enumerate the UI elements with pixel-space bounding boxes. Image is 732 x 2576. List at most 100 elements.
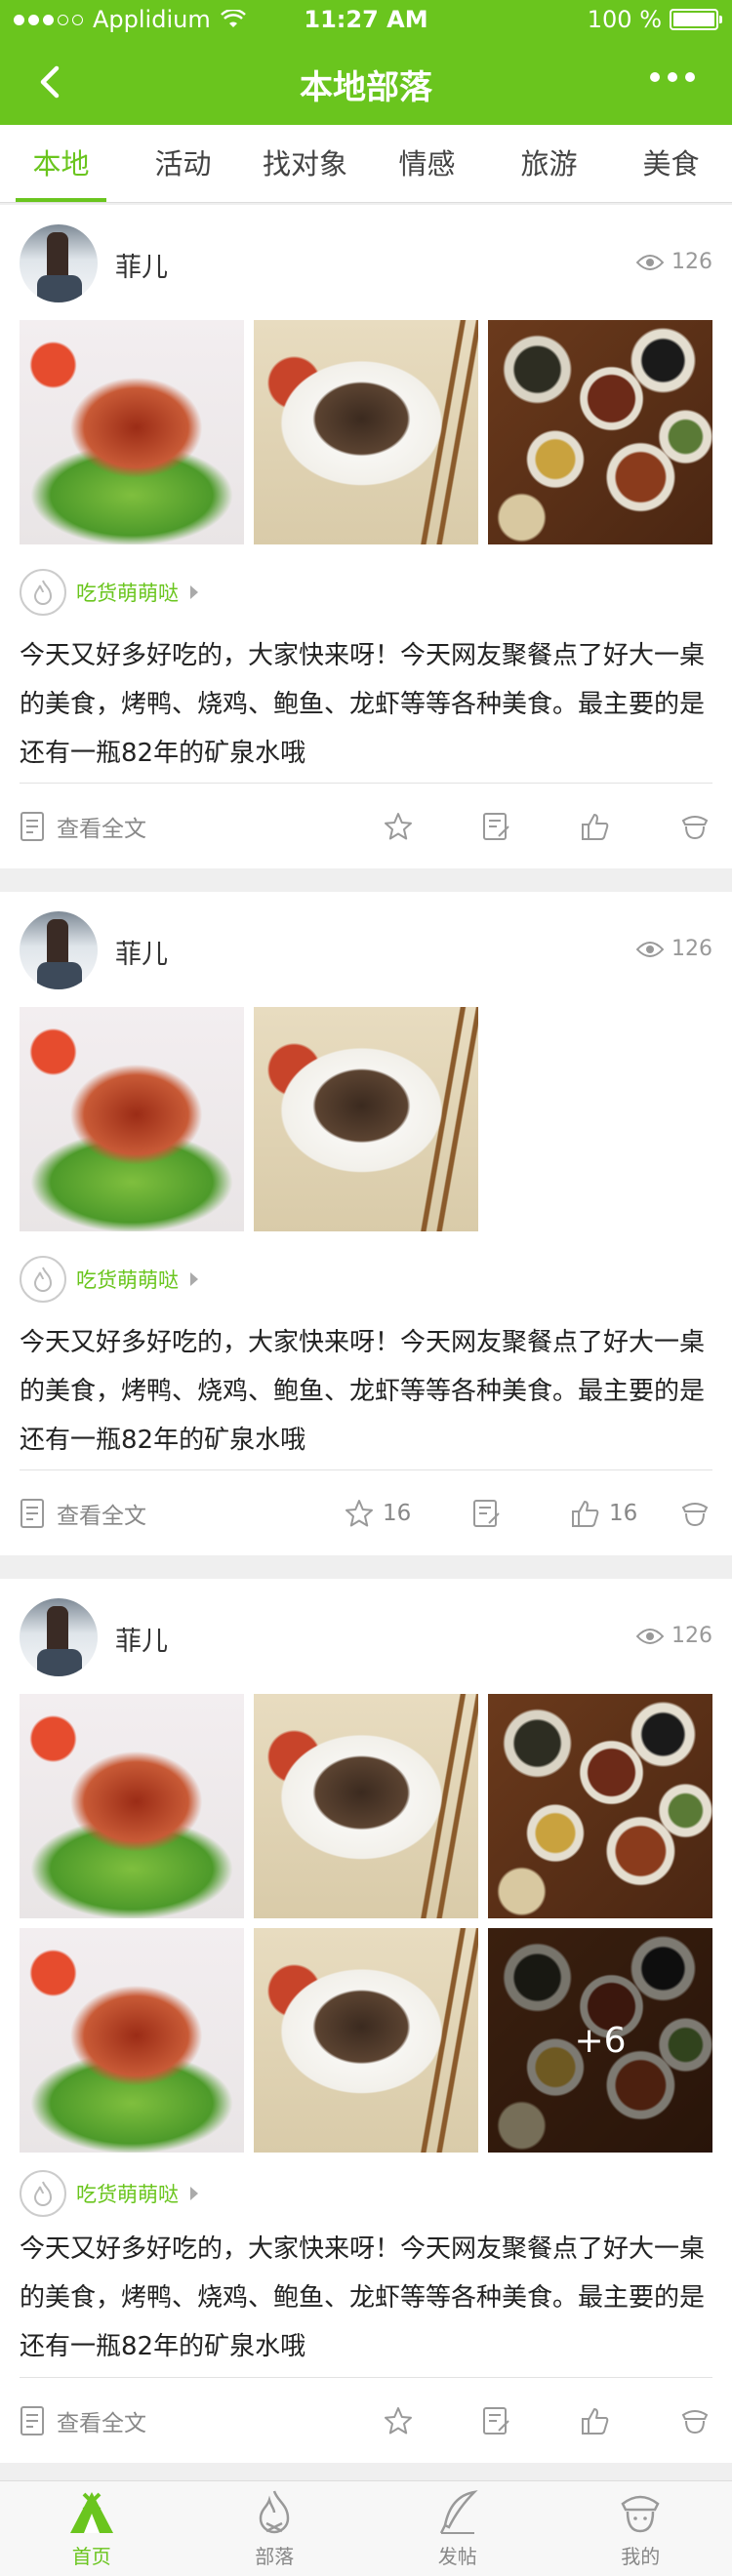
thumb-up-icon	[582, 2408, 609, 2435]
username[interactable]: 菲儿	[115, 246, 168, 284]
read-more-button[interactable]: 查看全文	[20, 785, 146, 868]
comment-button[interactable]	[481, 2379, 512, 2463]
officer-icon	[681, 816, 709, 840]
tribe-tag[interactable]: 吃货萌萌哒	[20, 569, 198, 616]
like-button[interactable]	[580, 2379, 611, 2463]
edit-note-icon	[483, 2407, 509, 2435]
like-button[interactable]	[580, 785, 611, 868]
like-count: 16	[609, 1501, 638, 1526]
divider	[20, 783, 712, 784]
eye-icon	[636, 941, 664, 957]
post-photo[interactable]	[488, 1694, 712, 1918]
tribe-tag-label: 吃货萌萌哒	[76, 2183, 179, 2206]
username[interactable]: 菲儿	[115, 933, 168, 971]
read-more-label: 查看全文	[57, 2411, 146, 2436]
tabbar-home-label: 首页	[71, 2545, 111, 2568]
top-bar: Applidium 11:27 AM 100 % 本地部落	[0, 0, 732, 125]
fire-icon	[259, 2490, 290, 2534]
favorite-button[interactable]	[383, 785, 414, 868]
tribe-badge-button[interactable]	[679, 1471, 711, 1555]
tribe-badge-button[interactable]	[679, 785, 711, 868]
chevron-right-icon	[190, 1272, 198, 1286]
edit-note-icon	[473, 1500, 500, 1527]
post-photo[interactable]	[254, 1928, 478, 2153]
read-more-button[interactable]: 查看全文	[20, 2379, 146, 2463]
post-content: 今天又好多好吃的，大家快来呀！今天网友聚餐点了好大一桌的美食，烤鸭、烧鸡、鲍鱼、…	[20, 1328, 706, 1455]
post-photo[interactable]	[20, 320, 244, 544]
view-count-value: 126	[671, 250, 712, 274]
document-icon	[20, 812, 44, 841]
read-more-label: 查看全文	[57, 817, 146, 842]
edit-note-icon	[483, 813, 509, 840]
tribe-badge-button[interactable]	[679, 2379, 711, 2463]
document-icon	[20, 1499, 44, 1528]
thumb-up-icon	[582, 814, 609, 840]
favorite-button[interactable]	[383, 2379, 414, 2463]
tab-dating[interactable]: 找对象	[244, 125, 366, 202]
like-button[interactable]: 16	[570, 1471, 637, 1555]
view-count: 126	[636, 1624, 712, 1648]
fire-icon	[20, 2170, 66, 2217]
chevron-right-icon	[190, 585, 198, 599]
username[interactable]: 菲儿	[115, 1620, 168, 1658]
officer-icon	[681, 2410, 709, 2435]
tabbar-post[interactable]: 发帖	[366, 2481, 549, 2576]
avatar[interactable]	[20, 911, 98, 989]
nav-bar: 本地部落	[0, 39, 732, 125]
post-card[interactable]: 菲儿 126 吃货萌萌哒 今天又好多好吃的，大家快来呀！今天网友聚餐点了好大一桌…	[0, 892, 732, 1555]
post-photo[interactable]	[254, 320, 478, 544]
post-photo[interactable]	[20, 1007, 244, 1231]
more-photos-count: +6	[488, 1928, 712, 2153]
favorite-count: 16	[383, 1501, 412, 1526]
tab-local[interactable]: 本地	[0, 125, 122, 202]
post-photo[interactable]	[254, 1694, 478, 1918]
battery-icon	[670, 9, 722, 30]
comment-button[interactable]	[481, 785, 512, 868]
read-more-button[interactable]: 查看全文	[20, 1471, 146, 1555]
post-card[interactable]: 菲儿 126 吃货萌萌哒 今天又好多好吃的，大家快来呀！今天网友聚餐点了好大一桌…	[0, 205, 732, 868]
view-count-value: 126	[671, 937, 712, 961]
fire-icon	[20, 1256, 66, 1303]
tribe-tag[interactable]: 吃货萌萌哒	[20, 1256, 198, 1303]
avatar[interactable]	[20, 224, 98, 302]
tabbar-home[interactable]: 首页	[0, 2481, 183, 2576]
comment-button[interactable]	[471, 1471, 503, 1555]
bottom-tab-bar: 首页 部落 发帖 我的	[0, 2480, 732, 2576]
post-photo[interactable]	[254, 1007, 478, 1231]
tab-food[interactable]: 美食	[610, 125, 732, 202]
tabbar-profile[interactable]: 我的	[549, 2481, 732, 2576]
post-actions: 查看全文 16 16	[0, 1471, 732, 1555]
tribe-tag-label: 吃货萌萌哒	[76, 582, 179, 605]
tab-emotion[interactable]: 情感	[366, 125, 488, 202]
post-photo[interactable]	[20, 1694, 244, 1918]
tab-activity[interactable]: 活动	[122, 125, 244, 202]
view-count-value: 126	[671, 1624, 712, 1648]
post-card[interactable]: 菲儿 126 +6 吃货萌萌哒 今天又好多好吃的，大家快来呀！今天网友聚餐点了好…	[0, 1579, 732, 2463]
star-icon	[385, 813, 412, 840]
post-photo-more[interactable]: +6	[488, 1928, 712, 2153]
chevron-right-icon	[190, 2187, 198, 2200]
battery-percent: 100 %	[587, 6, 662, 33]
favorite-button[interactable]: 16	[344, 1471, 411, 1555]
divider	[20, 1469, 712, 1470]
post-content: 今天又好多好吃的，大家快来呀！今天网友聚餐点了好大一桌的美食，烤鸭、烧鸡、鲍鱼、…	[20, 641, 706, 768]
tabbar-tribe[interactable]: 部落	[183, 2481, 367, 2576]
divider	[20, 2377, 712, 2378]
avatar[interactable]	[20, 1598, 98, 1676]
quill-icon	[439, 2490, 478, 2534]
tabbar-profile-label: 我的	[621, 2545, 661, 2568]
eye-icon	[636, 254, 664, 270]
post-actions: 查看全文	[0, 2379, 732, 2463]
category-tabs: 本地 活动 找对象 情感 旅游 美食	[0, 125, 732, 203]
home-icon	[69, 2492, 113, 2533]
post-photo[interactable]	[20, 1928, 244, 2153]
view-count: 126	[636, 937, 712, 961]
tabbar-post-label: 发帖	[437, 2545, 477, 2568]
tribe-tag[interactable]: 吃货萌萌哒	[20, 2170, 198, 2217]
tab-travel[interactable]: 旅游	[488, 125, 610, 202]
post-photo[interactable]	[488, 320, 712, 544]
more-icon[interactable]	[650, 72, 695, 82]
post-actions: 查看全文	[0, 785, 732, 868]
fire-icon	[20, 569, 66, 616]
view-count: 126	[636, 250, 712, 274]
